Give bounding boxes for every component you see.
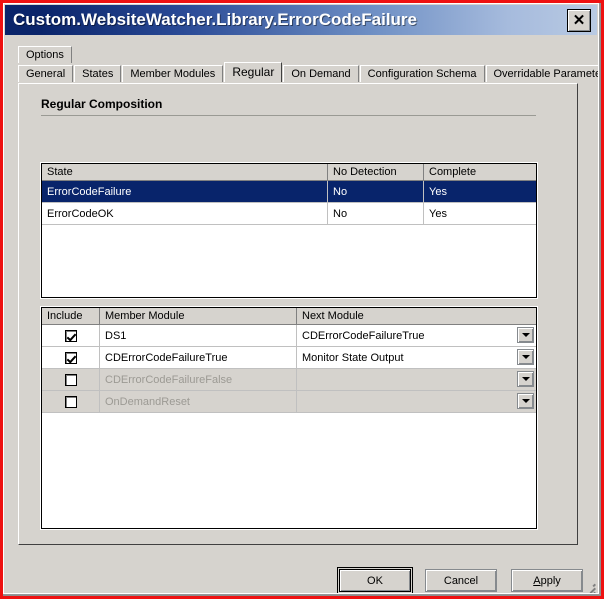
state-cell-no-detection: No [328, 181, 424, 202]
apply-mnemonic: A [533, 574, 541, 587]
member-module-cell: CDErrorCodeFailureTrue [100, 347, 297, 368]
module-grid-col-member-module[interactable]: Member Module [100, 308, 297, 324]
window-shadow-right [599, 0, 604, 599]
next-module-cell: Monitor State Output [297, 347, 536, 368]
module-grid-col-include[interactable]: Include [42, 308, 100, 324]
member-module-grid[interactable]: Include Member Module Next Module DS1 CD… [41, 307, 537, 529]
state-grid-col-no-detection[interactable]: No Detection [328, 164, 424, 180]
next-module-cell [297, 391, 536, 412]
include-cell [42, 325, 100, 346]
table-row[interactable]: ErrorCodeFailure No Yes [42, 181, 536, 203]
tab-states[interactable]: States [74, 65, 122, 82]
tab-options[interactable]: Options [18, 46, 72, 63]
tab-overridable-parameters[interactable]: Overridable Parameters [485, 65, 598, 82]
state-cell-name: ErrorCodeFailure [42, 181, 328, 202]
state-cell-complete: Yes [429, 186, 447, 198]
ok-button[interactable]: OK [337, 567, 413, 593]
include-cell [42, 347, 100, 368]
apply-rest: pply [540, 574, 561, 587]
window-shadow-bottom [0, 594, 604, 599]
close-icon[interactable]: ✕ [567, 8, 591, 32]
include-checkbox[interactable] [64, 373, 77, 386]
chevron-down-icon[interactable] [517, 349, 534, 365]
table-row[interactable]: CDErrorCodeFailureTrue Monitor State Out… [42, 347, 536, 369]
next-module-value: Monitor State Output [302, 352, 404, 364]
state-cell-no-detection: No [328, 203, 424, 224]
window-title: Custom.WebsiteWatcher.Library.ErrorCodeF… [13, 10, 417, 29]
tab-strip: Options General States Member Modules Re… [18, 44, 598, 82]
state-grid[interactable]: State No Detection Complete ErrorCodeFai… [41, 163, 537, 298]
tab-member-modules[interactable]: Member Modules [122, 65, 224, 82]
module-grid-header: Include Member Module Next Module [42, 308, 536, 325]
tab-general[interactable]: General [18, 65, 74, 82]
apply-button[interactable]: Apply [511, 569, 583, 592]
dialog-window: Custom.WebsiteWatcher.Library.ErrorCodeF… [3, 3, 598, 593]
resize-grip-icon[interactable] [584, 581, 596, 593]
module-grid-col-next-module[interactable]: Next Module [297, 308, 536, 324]
tab-regular[interactable]: Regular [224, 62, 283, 82]
tab-row-lower: General States Member Modules Regular On… [18, 62, 598, 82]
state-grid-header: State No Detection Complete [42, 164, 536, 181]
include-checkbox[interactable] [64, 329, 77, 342]
page-title: Regular Composition [41, 97, 163, 111]
include-checkbox[interactable] [64, 395, 77, 408]
tab-row-upper: Options [18, 44, 578, 63]
chevron-down-icon[interactable] [517, 371, 534, 387]
include-checkbox[interactable] [64, 351, 77, 364]
next-module-value: CDErrorCodeFailureTrue [302, 330, 425, 342]
include-cell [42, 369, 100, 390]
dialog-button-bar: OK Cancel Apply [4, 556, 598, 593]
member-module-cell: CDErrorCodeFailureFalse [100, 369, 297, 390]
tab-page-regular: Regular Composition State No Detection C… [18, 83, 578, 545]
state-cell-name: ErrorCodeOK [42, 203, 328, 224]
tab-row-upper-filler [73, 46, 578, 63]
member-module-cell: DS1 [100, 325, 297, 346]
member-module-cell: OnDemandReset [100, 391, 297, 412]
section-divider [41, 115, 536, 116]
cancel-button[interactable]: Cancel [425, 569, 497, 592]
next-module-cell [297, 369, 536, 390]
title-bar: Custom.WebsiteWatcher.Library.ErrorCodeF… [5, 5, 597, 35]
chevron-down-icon[interactable] [517, 327, 534, 343]
table-row[interactable]: CDErrorCodeFailureFalse [42, 369, 536, 391]
state-grid-col-state[interactable]: State [42, 164, 328, 180]
table-row[interactable]: DS1 CDErrorCodeFailureTrue [42, 325, 536, 347]
state-grid-col-complete[interactable]: Complete [424, 164, 536, 180]
table-row[interactable]: ErrorCodeOK No Yes [42, 203, 536, 225]
chevron-down-icon[interactable] [517, 393, 534, 409]
tab-configuration-schema[interactable]: Configuration Schema [359, 65, 485, 82]
include-cell [42, 391, 100, 412]
tab-on-demand[interactable]: On Demand [283, 65, 359, 82]
table-row[interactable]: OnDemandReset [42, 391, 536, 413]
next-module-cell: CDErrorCodeFailureTrue [297, 325, 536, 346]
screenshot-root: Custom.WebsiteWatcher.Library.ErrorCodeF… [0, 0, 604, 599]
state-cell-complete: Yes [429, 208, 447, 220]
